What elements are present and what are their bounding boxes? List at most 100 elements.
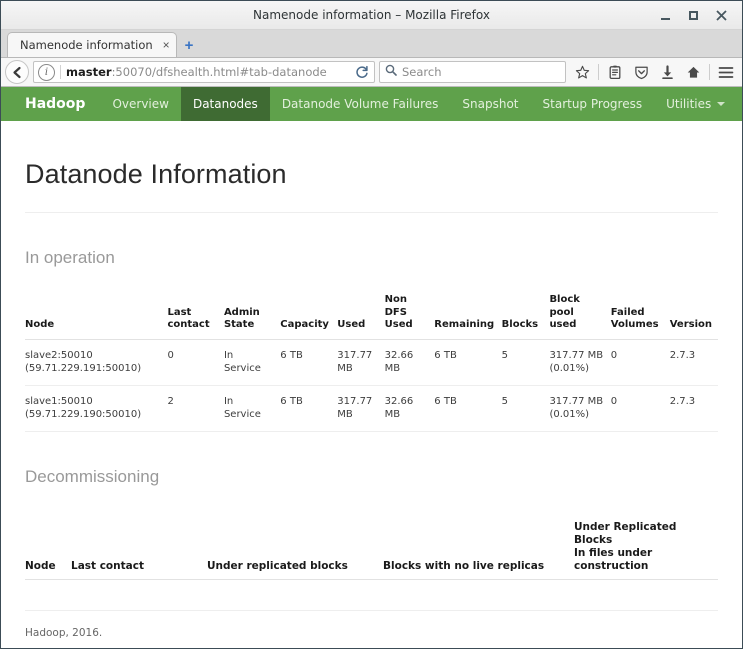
window-minimize-button[interactable] — [658, 8, 672, 22]
browser-tab[interactable]: Namenode information × — [7, 32, 177, 57]
column-header-remaining[interactable]: Remaining — [434, 290, 502, 340]
column-header-admin-state[interactable]: Admin State — [223, 290, 281, 340]
chevron-down-icon — [717, 102, 726, 106]
column-header-node[interactable]: Node — [25, 516, 71, 580]
cell-node: slave2:50010 (59.71.229.191:50010) — [25, 339, 168, 386]
search-placeholder: Search — [402, 65, 442, 79]
nav-item-datanode-volume-failures[interactable]: Datanode Volume Failures — [270, 87, 451, 121]
column-header-failed-volumes[interactable]: Failed Volumes — [610, 290, 670, 340]
new-tab-icon[interactable]: + — [185, 38, 194, 53]
cell-failed-volumes: 0 — [610, 339, 670, 386]
column-header-block-pool-used[interactable]: Block pool used — [549, 290, 611, 340]
cell-capacity: 6 TB — [280, 339, 338, 386]
column-header-under-replicated-in-construction[interactable]: Under Replicated Blocks In files under c… — [574, 516, 718, 580]
cell-remaining: 6 TB — [434, 385, 502, 432]
window-controls — [658, 8, 742, 22]
column-header-node[interactable]: Node — [25, 290, 168, 340]
cell-blocks: 5 — [501, 339, 550, 386]
browser-tab-title: Namenode information — [20, 38, 153, 52]
cell-blocks: 5 — [501, 385, 550, 432]
column-header-used[interactable]: Used — [337, 290, 385, 340]
cell-last-contact: 0 — [167, 339, 224, 386]
search-bar[interactable]: Search — [379, 61, 566, 83]
pocket-icon[interactable] — [629, 61, 653, 83]
nav-item-utilities[interactable]: Utilities — [654, 87, 737, 121]
cell-failed-volumes: 0 — [610, 385, 670, 432]
cell-version: 2.7.3 — [669, 385, 718, 432]
decommissioning-heading: Decommissioning — [25, 466, 160, 486]
cell-block-pool-used: 317.77 MB (0.01%) — [549, 385, 611, 432]
tab-close-icon[interactable]: × — [163, 39, 170, 51]
nav-item-label: Datanodes — [192, 97, 258, 111]
page-footer: Hadoop, 2016. — [25, 627, 103, 639]
column-header-capacity[interactable]: Capacity — [280, 290, 338, 340]
cell-last-contact: 2 — [167, 385, 224, 432]
page-title: Datanode Information — [25, 159, 287, 189]
nav-item-snapshot[interactable]: Snapshot — [450, 87, 530, 121]
url-path: :50070/dfshealth.html#tab-datanode — [111, 65, 327, 79]
reload-icon[interactable] — [352, 62, 372, 82]
hadoop-navbar: Hadoop Overview Datanodes Datanode Volum… — [1, 87, 742, 121]
window-close-button[interactable] — [714, 8, 728, 22]
in-operation-heading: In operation — [25, 248, 115, 267]
cell-remaining: 6 TB — [434, 339, 502, 386]
window-maximize-button[interactable] — [686, 8, 700, 22]
search-icon — [385, 63, 397, 81]
nav-item-label: Datanode Volume Failures — [281, 97, 439, 111]
column-header-blocks-no-live-replicas[interactable]: Blocks with no live replicas — [383, 516, 574, 580]
window-title: Namenode information – Mozilla Firefox — [253, 8, 490, 22]
cell-non-dfs-used: 32.66 MB — [384, 385, 435, 432]
window-titlebar: Namenode information – Mozilla Firefox — [1, 1, 742, 30]
nav-item-datanodes[interactable]: Datanodes — [180, 87, 270, 121]
page-viewport: Hadoop Overview Datanodes Datanode Volum… — [1, 87, 742, 648]
url-host: master — [66, 65, 112, 79]
table-row: slave2:50010 (59.71.229.191:50010) 0 In … — [25, 339, 718, 386]
footer-divider — [25, 610, 718, 611]
toolbar-icons — [570, 61, 738, 83]
browser-window: Namenode information – Mozilla Firefox N… — [0, 0, 743, 649]
browser-toolbar: i master:50070/dfshealth.html#tab-datano… — [1, 58, 742, 87]
menu-icon[interactable] — [714, 61, 738, 83]
browser-tabstrip: Namenode information × + — [1, 30, 742, 58]
table-header-row: Node Last contact Under replicated block… — [25, 516, 718, 580]
title-divider — [25, 212, 718, 213]
toolbar-divider — [598, 64, 599, 80]
library-icon[interactable] — [603, 61, 627, 83]
back-button[interactable] — [5, 60, 29, 84]
toolbar-divider — [709, 64, 710, 80]
table-header-row: Node Last contact Admin State Capacity U… — [25, 290, 718, 340]
cell-admin-state: In Service — [223, 385, 281, 432]
cell-admin-state: In Service — [223, 339, 281, 386]
column-header-non-dfs-used[interactable]: Non DFS Used — [384, 290, 435, 340]
decommissioning-table: Node Last contact Under replicated block… — [25, 516, 718, 580]
nav-item-label: Startup Progress — [542, 97, 643, 111]
page-content: Datanode Information In operation Node L… — [1, 121, 742, 648]
bookmark-star-icon[interactable] — [570, 61, 594, 83]
column-header-version[interactable]: Version — [669, 290, 718, 340]
column-header-under-replicated-blocks[interactable]: Under replicated blocks — [207, 516, 383, 580]
cell-version: 2.7.3 — [669, 339, 718, 386]
url-text: master:50070/dfshealth.html#tab-datanode — [66, 65, 352, 79]
column-header-blocks[interactable]: Blocks — [501, 290, 550, 340]
cell-used: 317.77 MB — [337, 385, 385, 432]
cell-non-dfs-used: 32.66 MB — [384, 339, 435, 386]
cell-node: slave1:50010 (59.71.229.190:50010) — [25, 385, 168, 432]
cell-used: 317.77 MB — [337, 339, 385, 386]
in-operation-table: Node Last contact Admin State Capacity U… — [25, 290, 718, 432]
cell-capacity: 6 TB — [280, 385, 338, 432]
hadoop-brand[interactable]: Hadoop — [1, 87, 100, 121]
site-identity-icon[interactable]: i — [38, 63, 55, 81]
nav-item-label: Overview — [112, 97, 169, 111]
nav-item-label: Snapshot — [462, 97, 519, 111]
home-icon[interactable] — [681, 61, 705, 83]
column-header-last-contact[interactable]: Last contact — [167, 290, 224, 340]
nav-item-startup-progress[interactable]: Startup Progress — [531, 87, 655, 121]
table-row: slave1:50010 (59.71.229.190:50010) 2 In … — [25, 385, 718, 432]
column-header-last-contact[interactable]: Last contact — [71, 516, 207, 580]
nav-item-overview[interactable]: Overview — [100, 87, 181, 121]
downloads-icon[interactable] — [655, 61, 679, 83]
url-bar[interactable]: i master:50070/dfshealth.html#tab-datano… — [33, 61, 375, 83]
cell-block-pool-used: 317.77 MB (0.01%) — [549, 339, 611, 386]
nav-item-label: Utilities — [666, 97, 712, 111]
url-separator — [60, 65, 61, 79]
